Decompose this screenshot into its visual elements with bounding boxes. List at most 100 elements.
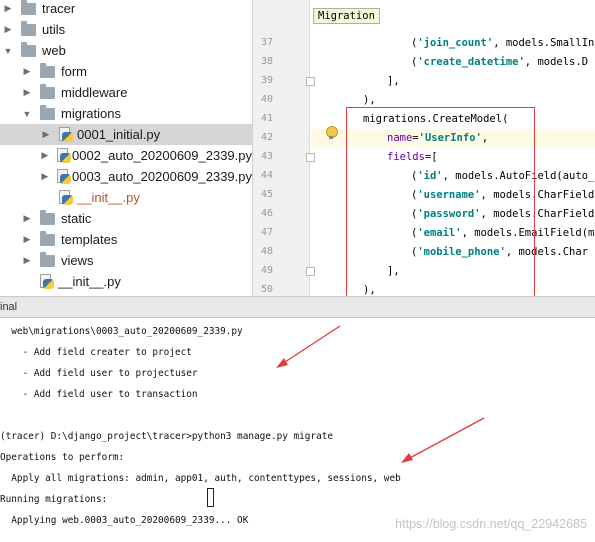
watermark-text: https://blog.csdn.net/qq_22942685 xyxy=(395,517,587,531)
chevron-right-icon[interactable]: ▶ xyxy=(21,213,33,224)
line-number: 41 xyxy=(260,113,273,124)
line-number: 47 xyxy=(260,227,273,238)
tree-item-label: utils xyxy=(42,22,66,37)
tree-item[interactable]: ▶ 0001_initial.py xyxy=(0,124,252,145)
code-line[interactable]: ), xyxy=(311,91,595,110)
chevron-right-icon[interactable]: ▶ xyxy=(40,150,50,161)
python-file-icon xyxy=(56,169,71,184)
terminal-line: (tracer) D:\django_project\tracer>python… xyxy=(0,431,334,442)
tree-item-label: __init__.py xyxy=(58,274,121,289)
code-line[interactable]: ('password', models.CharField xyxy=(311,205,595,224)
code-line[interactable]: ('username', models.CharField xyxy=(311,186,595,205)
folder-icon xyxy=(21,0,36,15)
line-number: 44 xyxy=(260,170,273,181)
annotation-arrow-2 xyxy=(401,417,485,463)
tree-item-label: migrations xyxy=(61,106,121,121)
line-number: 42 xyxy=(260,132,273,143)
terminal-panel[interactable]: web\migrations\0003_auto_20200609_2339.p… xyxy=(0,318,595,542)
tree-item-label: __init__.py xyxy=(77,190,140,205)
chevron-right-icon[interactable]: ▶ xyxy=(21,87,33,98)
code-editor[interactable]: 37 38 39 40 41 42 43 44 45 46 47 48 49 50 ('join_coun… xyxy=(252,0,595,296)
line-number: 46 xyxy=(260,208,273,219)
code-line[interactable]: fields=[ xyxy=(311,148,595,167)
line-number: 40 xyxy=(260,94,273,105)
terminal-line: Apply all migrations: admin, app01, auth… xyxy=(0,473,401,484)
chevron-right-icon[interactable]: ▶ xyxy=(40,171,50,182)
tree-item[interactable]: ▶ utils xyxy=(0,19,252,40)
terminal-tab-header[interactable]: inal xyxy=(0,296,595,318)
editor-gutter: 37 38 39 40 41 42 43 44 45 46 47 48 49 50 xyxy=(253,0,315,296)
chevron-right-icon[interactable]: ▶ xyxy=(2,3,14,14)
code-line[interactable]: ), xyxy=(311,281,595,296)
tree-item-label: static xyxy=(61,211,92,226)
line-number: 39 xyxy=(260,75,273,86)
line-number: 37 xyxy=(260,37,273,48)
code-line[interactable]: name='UserInfo', xyxy=(311,129,595,148)
line-number: 45 xyxy=(260,189,273,200)
line-number: 48 xyxy=(260,246,273,257)
tree-item-label: 0002_auto_20200609_2339.py xyxy=(71,148,252,163)
code-line[interactable]: ('join_count', models.SmallIn xyxy=(311,34,595,53)
folder-icon xyxy=(40,230,55,246)
tree-item[interactable]: __init__.py xyxy=(0,187,252,208)
terminal-line: web\migrations\0003_auto_20200609_2339.p… xyxy=(0,326,243,337)
tree-item[interactable]: ▶ tracer xyxy=(0,0,252,19)
tree-item[interactable]: ▶ 0003_auto_20200609_2339.py xyxy=(0,166,252,187)
chevron-down-icon[interactable]: ▼ xyxy=(2,46,14,56)
terminal-line: Applying web.0003_auto_20200609_2339... … xyxy=(0,515,249,526)
tree-item[interactable]: ▶ templates xyxy=(0,229,252,250)
terminal-tab-label: inal xyxy=(0,301,18,313)
folder-icon xyxy=(21,41,36,57)
code-line[interactable]: migrations.CreateModel( xyxy=(311,110,595,129)
chevron-right-icon[interactable]: ▶ xyxy=(21,66,33,77)
project-tree: ▶ tracer ▶ utils ▼ web ▶ form ▶ middleware ▼ migrat… xyxy=(0,0,252,296)
line-number: 50 xyxy=(260,284,273,295)
code-line[interactable]: ('email', models.EmailField(m xyxy=(311,224,595,243)
tree-item[interactable]: ▶ form xyxy=(0,61,252,82)
chevron-right-icon[interactable]: ▶ xyxy=(40,129,52,140)
folder-icon xyxy=(40,104,55,120)
tree-item[interactable]: ▶ 0002_auto_20200609_2339.py xyxy=(0,145,252,166)
annotation-arrow-1 xyxy=(276,325,341,368)
tree-item-label: web xyxy=(42,43,66,58)
terminal-line: Operations to perform: xyxy=(0,452,125,463)
terminal-line: - Add field creater to project xyxy=(0,347,192,358)
code-line[interactable]: ('id', models.AutoField(auto_c xyxy=(311,167,595,186)
code-line[interactable]: ], xyxy=(311,262,595,281)
code-line[interactable]: ], xyxy=(311,72,595,91)
python-file-icon xyxy=(56,148,71,163)
terminal-cursor xyxy=(207,488,214,507)
tree-item-label: templates xyxy=(61,232,118,247)
chevron-right-icon[interactable]: ▶ xyxy=(2,24,14,35)
line-number: 49 xyxy=(260,265,273,276)
lightbulb-icon[interactable] xyxy=(326,126,338,140)
tree-item[interactable]: ▼ migrations xyxy=(0,103,252,124)
chevron-down-icon[interactable]: ▼ xyxy=(21,109,33,119)
tree-item[interactable]: __init__.py xyxy=(0,271,252,292)
folder-icon xyxy=(40,62,55,78)
tree-item[interactable]: ▶ views xyxy=(0,250,252,271)
tree-item[interactable]: ▶ static xyxy=(0,208,252,229)
python-file-icon xyxy=(40,274,54,289)
terminal-line: Running migrations: xyxy=(0,494,108,505)
line-number: 43 xyxy=(260,151,273,162)
tree-item-label: views xyxy=(61,253,94,268)
migration-tooltip: Migration xyxy=(313,8,380,24)
line-number: 38 xyxy=(260,56,273,67)
tree-item-label: tracer xyxy=(42,1,76,16)
terminal-line: - Add field user to projectuser xyxy=(0,368,198,379)
tree-item[interactable]: ▼ web xyxy=(0,40,252,61)
folder-icon xyxy=(40,209,55,225)
code-line[interactable]: ('mobile_phone', models.Char xyxy=(311,243,595,262)
chevron-right-icon[interactable]: ▶ xyxy=(21,234,33,245)
chevron-right-icon[interactable]: ▶ xyxy=(21,255,33,266)
tree-item-label: 0001_initial.py xyxy=(77,127,161,142)
tree-item-label: form xyxy=(61,64,87,79)
tree-item-label: middleware xyxy=(61,85,128,100)
code-line[interactable]: ('create_datetime', models.D xyxy=(311,53,595,72)
python-file-icon xyxy=(59,127,73,142)
tree-item[interactable]: ▶ middleware xyxy=(0,82,252,103)
folder-icon xyxy=(40,83,55,99)
folder-icon xyxy=(40,251,55,267)
folder-icon xyxy=(21,20,36,36)
